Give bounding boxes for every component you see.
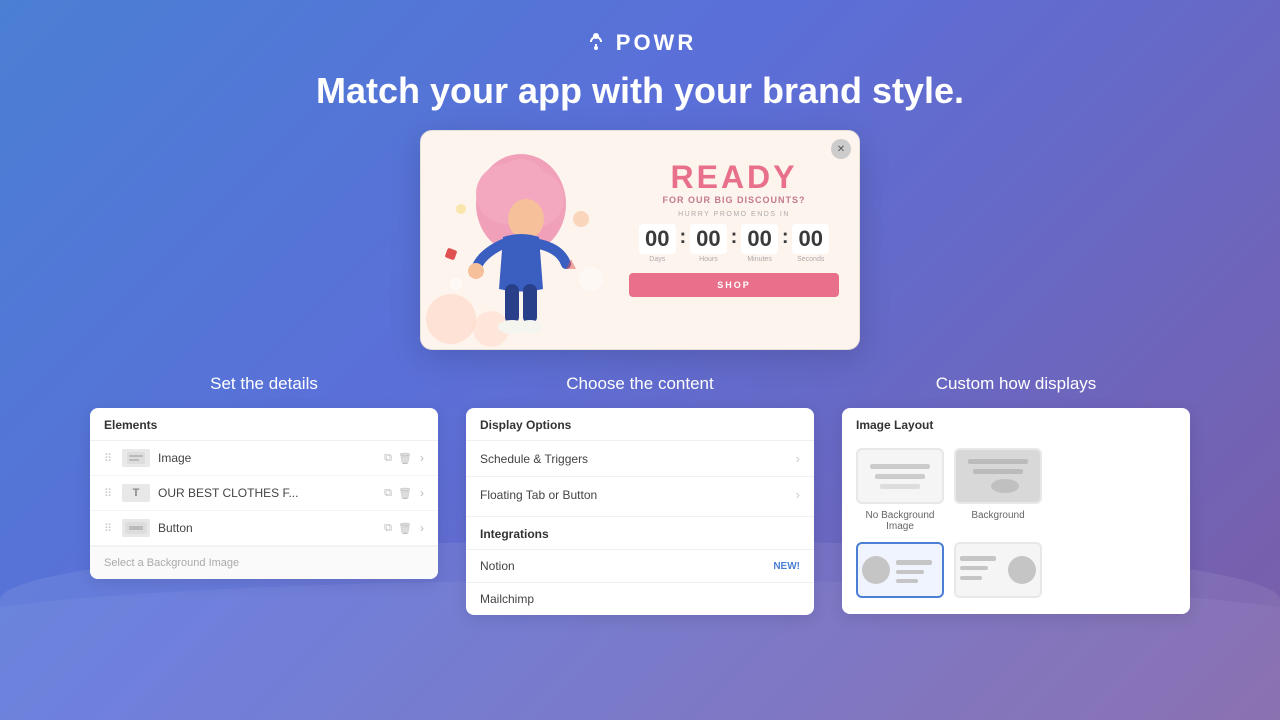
layout-options-row2 bbox=[842, 542, 1190, 614]
mailchimp-label: Mailchimp bbox=[480, 592, 534, 606]
no-bg-label: No BackgroundImage bbox=[866, 510, 935, 532]
hurry-text: HURRY PROMO ENDS IN bbox=[678, 211, 790, 218]
elements-panel: Elements ⠿ Image ⧉ 🗑 › ⠿ T OU bbox=[90, 408, 438, 579]
element-actions-text: ⧉ 🗑 bbox=[384, 487, 412, 500]
notion-row[interactable]: Notion NEW! bbox=[466, 549, 814, 582]
element-label-image: Image bbox=[158, 451, 376, 465]
shop-button[interactable]: SHOP bbox=[629, 273, 839, 297]
layout-thumb3 bbox=[856, 542, 944, 598]
logo-text: POWR bbox=[616, 30, 696, 56]
image-layout-panel: Image Layout No BackgroundImage bbox=[842, 408, 1190, 614]
copy-icon[interactable]: ⧉ bbox=[384, 487, 392, 500]
no-bg-thumb bbox=[856, 448, 944, 504]
floating-tab-row[interactable]: Floating Tab or Button › bbox=[466, 476, 814, 512]
colon3: : bbox=[782, 224, 789, 249]
display-options-header: Display Options bbox=[466, 408, 814, 440]
delete-icon[interactable]: 🗑 bbox=[398, 522, 412, 535]
bg-thumb bbox=[954, 448, 1042, 504]
text-type-icon: T bbox=[122, 484, 150, 502]
element-row-text[interactable]: ⠿ T OUR BEST CLOTHES F... ⧉ 🗑 › bbox=[90, 476, 438, 511]
element-actions-button: ⧉ 🗑 bbox=[384, 522, 412, 535]
integrations-header: Integrations bbox=[466, 516, 814, 549]
element-row-button[interactable]: ⠿ Button ⧉ 🗑 › bbox=[90, 511, 438, 546]
illustration bbox=[421, 130, 621, 349]
header: POWR Match your app with your brand styl… bbox=[316, 28, 964, 112]
notion-label: Notion bbox=[480, 559, 515, 573]
display-options-panel: Display Options Schedule & Triggers › Fl… bbox=[466, 408, 814, 615]
delete-icon[interactable]: 🗑 bbox=[398, 452, 412, 465]
elements-panel-header: Elements bbox=[90, 408, 438, 441]
chevron-right-icon: › bbox=[420, 521, 424, 535]
chevron-right-icon: › bbox=[796, 451, 800, 466]
discount-text: FOR OUR BIG DISCOUNTS? bbox=[663, 195, 806, 205]
element-label-button: Button bbox=[158, 521, 376, 535]
floating-tab-label: Floating Tab or Button bbox=[480, 488, 597, 502]
choose-content-heading: Choose the content bbox=[566, 374, 713, 394]
countdown-row: 00 Days : 00 Hours : 00 Minutes : 00 Sec… bbox=[639, 224, 829, 263]
preview-content: READY FOR OUR BIG DISCOUNTS? HURRY PROMO… bbox=[629, 161, 839, 297]
close-button[interactable]: ✕ bbox=[831, 139, 851, 159]
layout-option3[interactable] bbox=[856, 542, 944, 604]
bottom-section: Set the details Elements ⠿ Image ⧉ 🗑 › bbox=[90, 374, 1190, 615]
colon2: : bbox=[731, 224, 738, 249]
countdown-days: 00 Days bbox=[639, 224, 675, 263]
chevron-right-icon: › bbox=[420, 486, 424, 500]
custom-displays-heading: Custom how displays bbox=[936, 374, 1097, 394]
chevron-right-icon: › bbox=[420, 451, 424, 465]
element-row-image[interactable]: ⠿ Image ⧉ 🗑 › bbox=[90, 441, 438, 476]
drag-icon: ⠿ bbox=[104, 487, 114, 500]
choose-content-col: Choose the content Display Options Sched… bbox=[466, 374, 814, 615]
button-type-icon bbox=[122, 519, 150, 537]
mailchimp-row[interactable]: Mailchimp bbox=[466, 582, 814, 615]
layout-options-row1: No BackgroundImage Background bbox=[842, 440, 1190, 542]
countdown-minutes: 00 Minutes bbox=[741, 224, 777, 263]
schedule-triggers-label: Schedule & Triggers bbox=[480, 452, 588, 466]
bg-label: Background bbox=[971, 510, 1024, 521]
set-details-col: Set the details Elements ⠿ Image ⧉ 🗑 › bbox=[90, 374, 438, 579]
new-badge-notion: NEW! bbox=[773, 561, 800, 572]
element-label-text: OUR BEST CLOTHES F... bbox=[158, 486, 376, 500]
preview-card: ✕ bbox=[420, 130, 860, 350]
image-type-icon bbox=[122, 449, 150, 467]
copy-icon[interactable]: ⧉ bbox=[384, 452, 392, 465]
countdown-hours: 00 Hours bbox=[690, 224, 726, 263]
image-layout-header: Image Layout bbox=[842, 408, 1190, 440]
drag-icon: ⠿ bbox=[104, 522, 114, 535]
schedule-triggers-row[interactable]: Schedule & Triggers › bbox=[466, 440, 814, 476]
layout-bg[interactable]: Background bbox=[954, 448, 1042, 532]
colon1: : bbox=[680, 224, 687, 249]
page-headline: Match your app with your brand style. bbox=[316, 70, 964, 112]
countdown-seconds: 00 Seconds bbox=[792, 224, 828, 263]
panel-footer[interactable]: Select a Background Image bbox=[90, 546, 438, 579]
ready-text: READY bbox=[670, 161, 797, 193]
layout-thumb4 bbox=[954, 542, 1042, 598]
set-details-heading: Set the details bbox=[210, 374, 318, 394]
copy-icon[interactable]: ⧉ bbox=[384, 522, 392, 535]
logo-row: POWR bbox=[584, 28, 696, 58]
custom-displays-col: Custom how displays Image Layout No Back… bbox=[842, 374, 1190, 614]
logo-icon bbox=[584, 28, 608, 58]
drag-icon: ⠿ bbox=[104, 452, 114, 465]
chevron-right-icon: › bbox=[796, 487, 800, 502]
layout-no-bg[interactable]: No BackgroundImage bbox=[856, 448, 944, 532]
layout-option4[interactable] bbox=[954, 542, 1042, 604]
element-actions-image: ⧉ 🗑 bbox=[384, 452, 412, 465]
delete-icon[interactable]: 🗑 bbox=[398, 487, 412, 500]
